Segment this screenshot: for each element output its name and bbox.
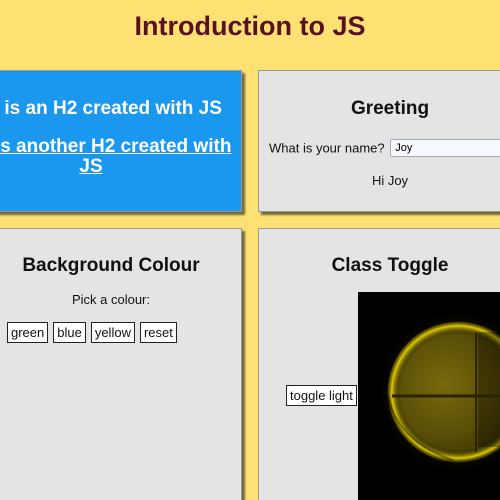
colour-prompt: Pick a colour:: [71, 292, 151, 307]
reset-button[interactable]: reset: [139, 322, 177, 343]
js-created-heading-link[interactable]: This is another H2 created with JS: [0, 137, 241, 177]
green-button[interactable]: green: [7, 322, 49, 343]
page-title: Introduction to JS: [134, 11, 366, 41]
greeting-output: Hi Joy: [371, 173, 409, 188]
light-bulb-image: [358, 292, 500, 500]
background-colour-title: Background Colour: [22, 255, 200, 276]
greeting-form: What is your name?: [269, 139, 500, 157]
js-heading-card: This is an H2 created with JS This is an…: [0, 70, 242, 212]
name-label: What is your name?: [269, 140, 385, 156]
class-toggle-title: Class Toggle: [331, 255, 449, 276]
greeting-title: Greeting: [350, 98, 430, 119]
page: Introduction to JS This is an H2 created…: [0, 0, 500, 500]
blue-button[interactable]: blue: [53, 322, 86, 343]
name-input[interactable]: [390, 139, 500, 157]
greeting-card: Greeting What is your name? Hi Joy: [258, 70, 500, 212]
class-toggle-card: Class Toggle toggle light: [258, 228, 500, 500]
toggle-light-button[interactable]: toggle light: [286, 385, 357, 406]
glowing-light-bulb-icon: [376, 310, 500, 474]
yellow-button[interactable]: yellow: [90, 322, 135, 343]
background-colour-card: Background Colour Pick a colour: green bl…: [0, 228, 242, 500]
colour-button-group: green blue yellow reset: [7, 322, 182, 343]
